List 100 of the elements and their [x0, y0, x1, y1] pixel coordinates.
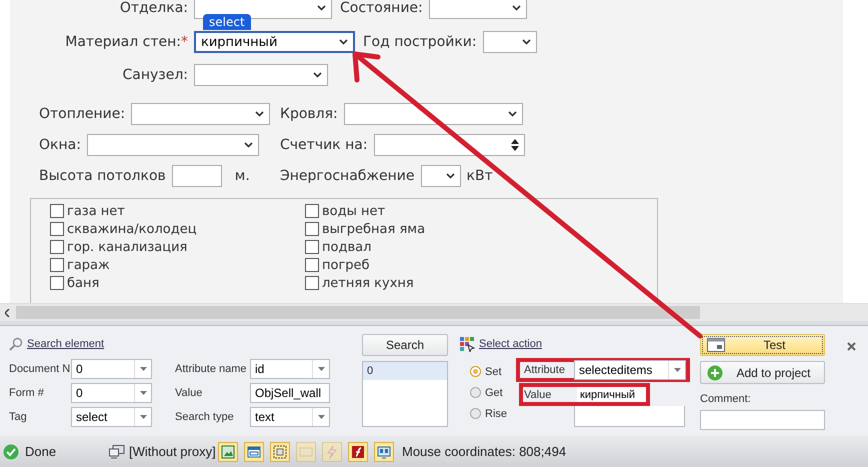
toolbar-button[interactable]: [218, 442, 238, 462]
computer-icon: [109, 444, 125, 458]
combo-box[interactable]: 0: [71, 359, 152, 379]
toolbar-button[interactable]: [348, 442, 368, 462]
input-field[interactable]: ObjSell_wall: [250, 383, 330, 403]
checkbox-label: газа нет: [67, 204, 125, 218]
scroll-left-icon[interactable]: [5, 308, 10, 316]
field-label: Счетчик на:: [280, 137, 368, 153]
checkbox[interactable]: [305, 240, 319, 254]
combo-box[interactable]: 0: [71, 383, 152, 403]
checkbox-label: баня: [67, 276, 100, 290]
tool-icon: [351, 444, 365, 458]
field-label: Окна:: [39, 137, 81, 153]
field-label: Энергоснабжение: [280, 168, 415, 184]
toolbar-button[interactable]: [244, 442, 264, 462]
value-field[interactable]: [574, 406, 685, 427]
checkbox[interactable]: [305, 222, 319, 236]
close-icon[interactable]: [847, 342, 856, 351]
radio-label: Set: [485, 366, 502, 378]
tool-icon: [273, 444, 287, 458]
checkbox[interactable]: [50, 258, 64, 272]
checkbox-label: скважина/колодец: [67, 222, 197, 236]
tool-icon: [377, 444, 391, 458]
combo-box[interactable]: selecteditems: [574, 360, 686, 380]
tool-icon: [221, 444, 235, 458]
list-item[interactable]: 0: [363, 362, 447, 380]
field-label: Год постройки:: [363, 34, 477, 50]
checkbox[interactable]: [305, 276, 319, 290]
proxy-status: [Without proxy]: [129, 444, 217, 459]
status-text: Done: [25, 444, 58, 459]
input-field[interactable]: [172, 165, 222, 187]
radio-button[interactable]: [470, 366, 481, 377]
field-label: Отопление:: [39, 106, 126, 122]
checkbox[interactable]: [305, 204, 319, 218]
radio-label: Rise: [485, 408, 508, 420]
checkbox-label: летняя кухня: [322, 276, 414, 290]
tool-icon: [325, 444, 339, 458]
radio-label: Get: [485, 386, 503, 398]
scrollbar-thumb[interactable]: [16, 306, 700, 319]
check-icon: [3, 444, 19, 460]
search-icon: [9, 337, 23, 351]
field-label: Document N: [9, 363, 71, 375]
tool-icon: [299, 444, 313, 458]
mouse-coordinates: Mouse coordinates: 808;494: [402, 444, 566, 459]
checkbox[interactable]: [50, 222, 64, 236]
dropdown-arrow-icon: [140, 415, 146, 419]
field-label: Кровля:: [280, 106, 338, 122]
comment-label: Comment:: [700, 393, 752, 405]
search-button[interactable]: Search: [362, 334, 448, 356]
results-list[interactable]: 0: [362, 361, 448, 427]
test-button[interactable]: Test: [700, 334, 825, 356]
window-icon: [707, 338, 725, 352]
dropdown[interactable]: кирпичный: [194, 31, 355, 53]
toolbar-button[interactable]: [270, 442, 290, 462]
checkbox-label: воды нет: [322, 204, 386, 218]
checkbox[interactable]: [50, 276, 64, 290]
field-label: Search type: [175, 411, 235, 423]
field-label: Value: [175, 387, 204, 399]
select-action-link[interactable]: Select action: [479, 338, 542, 350]
tool-icon: [247, 444, 261, 458]
dropdown-arrow-icon: [140, 367, 146, 371]
spinner-arrows-icon: [510, 139, 519, 151]
radio-button[interactable]: [470, 387, 481, 398]
search-element-link[interactable]: Search element: [27, 338, 104, 350]
field-label: Отделка:: [120, 0, 188, 16]
add-to-project-button[interactable]: Add to project: [700, 361, 825, 384]
checkbox-label: гараж: [67, 258, 110, 272]
checkbox-label: гор. канализация: [67, 240, 188, 254]
checkbox[interactable]: [50, 204, 64, 218]
checkbox-label: подвал: [322, 240, 372, 254]
checkbox[interactable]: [50, 240, 64, 254]
plus-icon: [707, 364, 723, 380]
combo-box[interactable]: select: [71, 407, 152, 427]
unit-label: м.: [234, 168, 250, 184]
comment-field[interactable]: [700, 410, 825, 430]
radio-button[interactable]: [470, 408, 481, 419]
checkbox-label: выгребная яма: [322, 222, 426, 236]
dropdown-arrow-icon: [674, 368, 680, 372]
field-label: Tag: [9, 411, 28, 423]
toolbar-button[interactable]: [374, 442, 394, 462]
blocks-icon: [459, 336, 475, 352]
element-tag-label: select: [203, 14, 251, 30]
spinner-field[interactable]: [374, 134, 525, 156]
dropdown[interactable]: [344, 103, 523, 125]
field-label: Состояние:: [340, 0, 423, 16]
required-mark: *: [181, 34, 188, 50]
combo-box[interactable]: id: [250, 359, 330, 379]
field-label: Санузел:: [122, 67, 188, 83]
dropdown-value: кирпичный: [201, 34, 278, 50]
value-text: кирпичный: [577, 387, 646, 402]
horizontal-scrollbar[interactable]: [0, 303, 868, 321]
dropdown-arrow-icon: [140, 391, 146, 395]
field-label: Value: [524, 388, 552, 400]
field-label: Attribute: [524, 364, 566, 376]
combo-box[interactable]: text: [250, 407, 330, 427]
field-label: Материал стен:: [65, 34, 181, 50]
unit-label: кВт: [466, 168, 493, 184]
checkbox[interactable]: [305, 258, 319, 272]
field-label: Form #: [9, 387, 45, 399]
dropdown-arrow-icon: [318, 415, 324, 419]
